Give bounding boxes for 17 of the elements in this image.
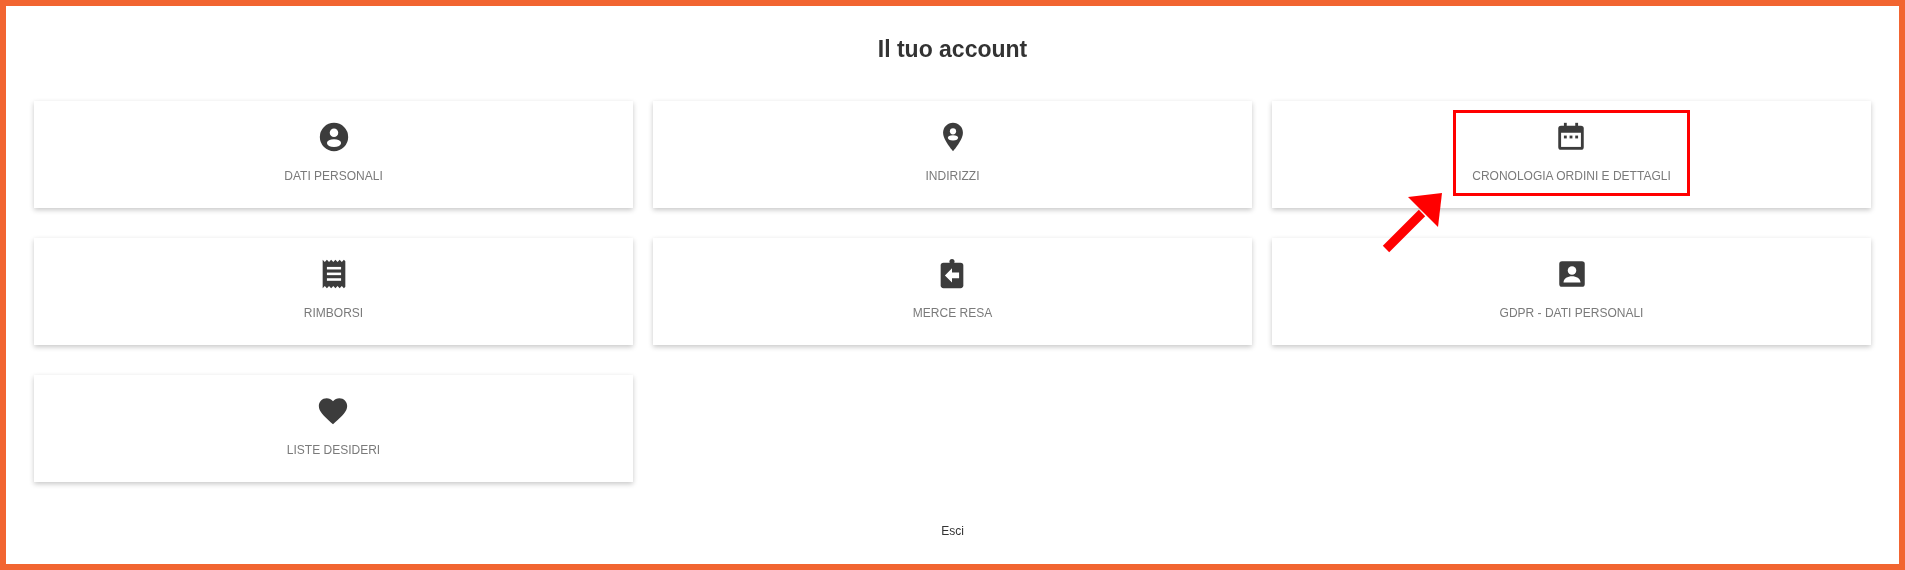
card-label: RIMBORSI	[303, 304, 364, 322]
account-card[interactable]: GDPR - DATI PERSONALI	[1272, 237, 1871, 345]
card-label: GDPR - DATI PERSONALI	[1499, 304, 1644, 322]
account-card[interactable]: DATI PERSONALI	[34, 100, 633, 208]
page-title: Il tuo account	[876, 36, 1029, 64]
card-label: INDIRIZZI	[925, 167, 980, 185]
account-card[interactable]: LISTE DESIDERI	[34, 374, 633, 482]
card-label: CRONOLOGIA ORDINI E DETTAGLI	[1472, 167, 1671, 185]
card-label: LISTE DESIDERI	[286, 441, 381, 459]
account-card[interactable]: MERCE RESA	[653, 237, 1252, 345]
logout-link[interactable]: Esci	[34, 521, 1871, 540]
card-label: MERCE RESA	[912, 304, 993, 322]
card-label: DATI PERSONALI	[284, 167, 383, 185]
pointer-arrow	[1382, 192, 1442, 252]
account-card[interactable]: INDIRIZZI	[653, 100, 1252, 208]
account-card[interactable]: CRONOLOGIA ORDINI E DETTAGLI	[1272, 100, 1871, 208]
account-card[interactable]: RIMBORSI	[34, 237, 633, 345]
